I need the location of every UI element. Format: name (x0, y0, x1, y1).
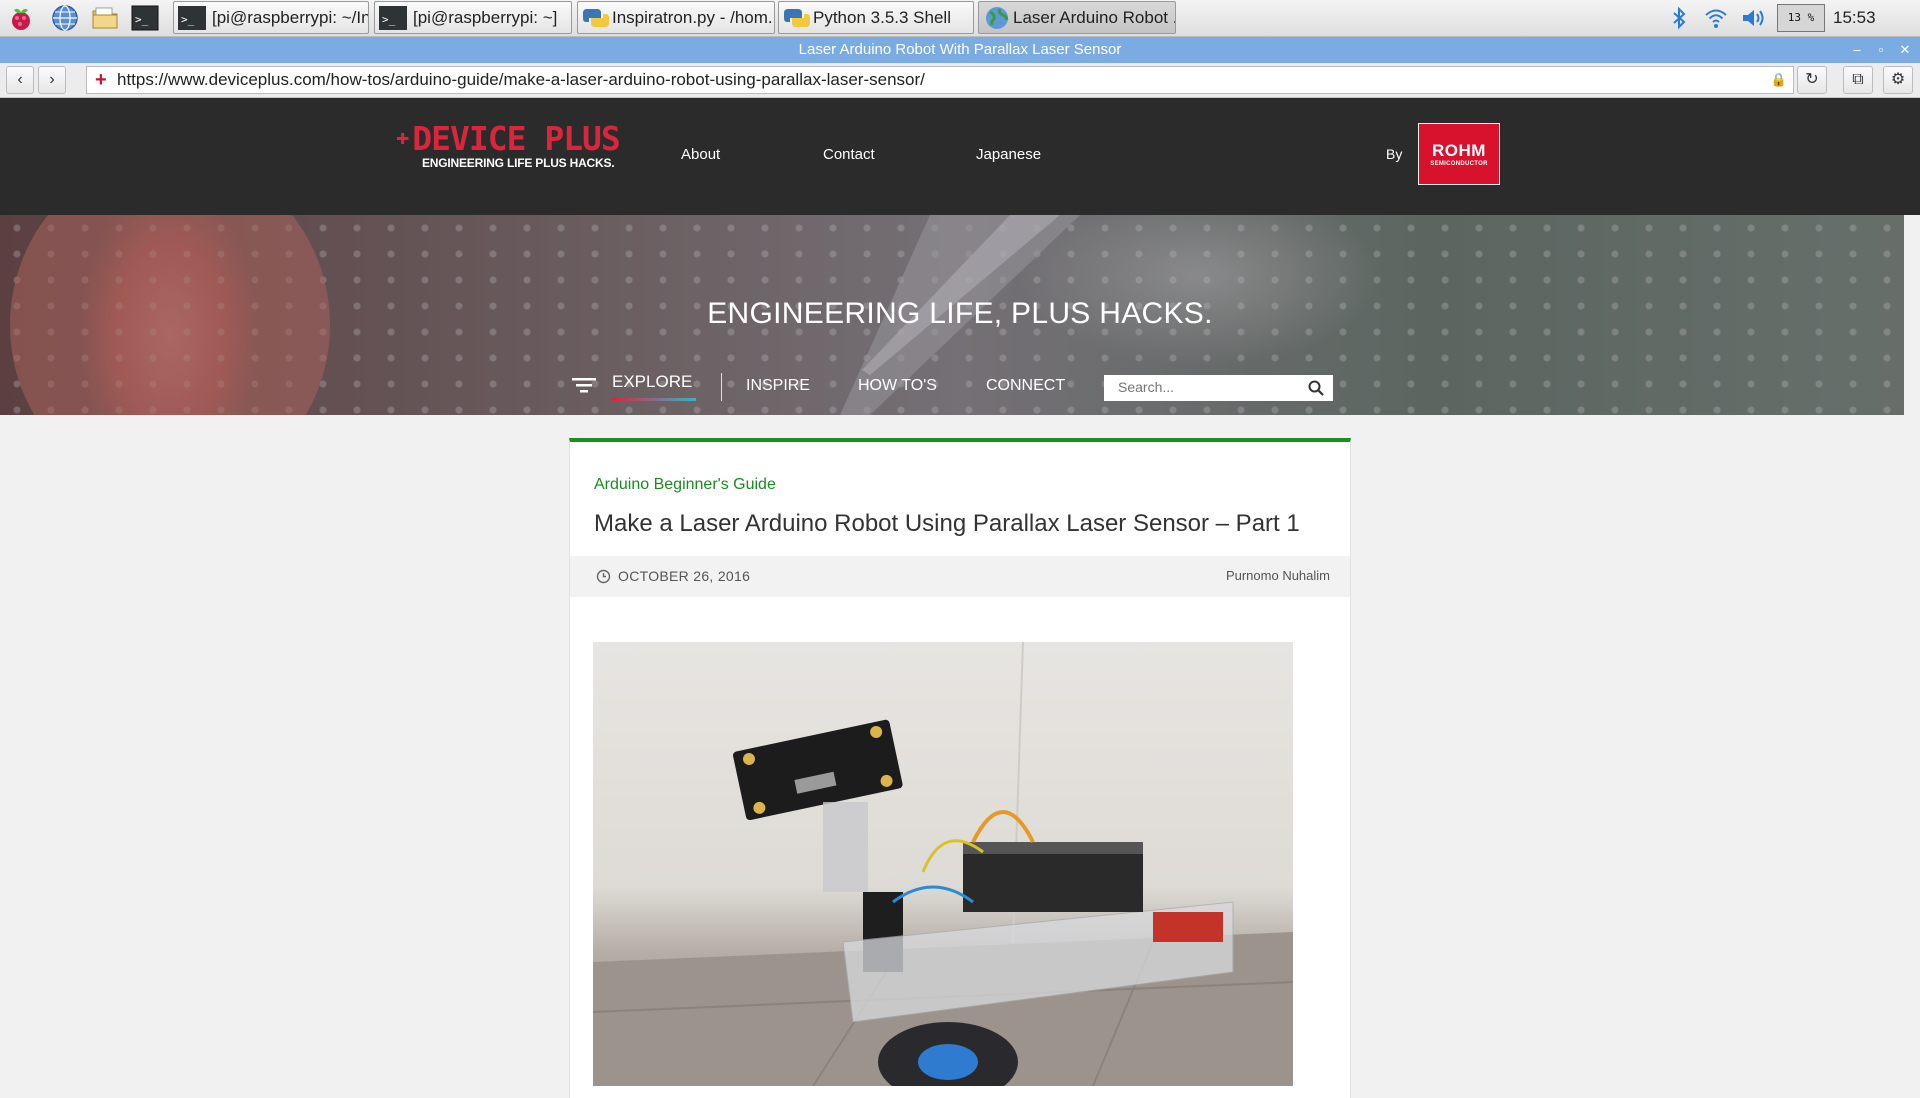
task-terminal-1[interactable]: >_ [pi@raspberrypi: ~/In... (173, 1, 369, 34)
nav-japanese[interactable]: Japanese (976, 146, 1041, 163)
task-python-shell[interactable]: Python 3.5.3 Shell (778, 1, 974, 34)
rohm-sub: SEMICONDUCTOR (1430, 161, 1488, 167)
lock-icon[interactable]: 🔒 (1771, 67, 1787, 93)
url-text: https://www.deviceplus.com/how-tos/ardui… (117, 70, 925, 89)
site-logo[interactable]: ✚ DEVICE PLUS ENGINEERING LIFE PLUS HACKS… (396, 119, 621, 171)
logo-tagline: ENGINEERING LIFE PLUS HACKS. (422, 156, 615, 170)
article-title: Make a Laser Arduino Robot Using Paralla… (594, 510, 1300, 537)
robot-photo (593, 642, 1293, 1086)
rohm-logo[interactable]: ROHM SEMICONDUCTOR (1418, 123, 1500, 185)
svg-text:>_: >_ (382, 13, 396, 26)
article-category[interactable]: Arduino Beginner's Guide (594, 476, 776, 494)
nav-divider (721, 373, 722, 401)
reload-icon: ↻ (1805, 71, 1819, 88)
task-label: Python 3.5.3 Shell (813, 8, 951, 27)
article-date: OCTOBER 26, 2016 (618, 568, 751, 584)
chevron-left-icon: ‹ (17, 71, 23, 88)
extension-icon: ⧉ (1852, 71, 1864, 88)
web-browser-icon[interactable] (50, 3, 80, 33)
task-label: [pi@raspberrypi: ~/In... (212, 8, 369, 27)
window-title: Laser Arduino Robot With Parallax Laser … (0, 37, 1920, 63)
logo-text: DEVICE PLUS (412, 119, 621, 158)
article-card: Arduino Beginner's Guide Make a Laser Ar… (569, 438, 1351, 1098)
hero-title: ENGINEERING LIFE, PLUS HACKS. (707, 297, 1213, 330)
task-idle-editor[interactable]: Inspiratron.py - /hom... (577, 1, 775, 34)
wifi-icon[interactable] (1703, 5, 1729, 31)
taskbar: >_ >_ [pi@raspberrypi: ~/In... >_ [pi@ra… (0, 0, 1920, 37)
terminal-icon: >_ (379, 6, 407, 30)
bluetooth-icon[interactable] (1666, 5, 1692, 31)
task-browser[interactable]: Laser Arduino Robot ... (978, 1, 1176, 34)
clock-icon (596, 569, 611, 584)
nav-explore[interactable]: EXPLORE (612, 372, 692, 392)
maximize-icon[interactable]: ▫ (1870, 37, 1892, 63)
task-label: Laser Arduino Robot ... (1013, 8, 1176, 27)
svg-text:>_: >_ (135, 13, 149, 26)
globe-icon (986, 7, 1009, 29)
clock[interactable]: 15:53 (1833, 0, 1876, 36)
svg-text:>_: >_ (181, 13, 195, 26)
site-header: ✚ DEVICE PLUS ENGINEERING LIFE PLUS HACKS… (0, 98, 1920, 215)
page-scrollbar[interactable] (1904, 215, 1920, 1080)
chevron-right-icon: › (49, 71, 55, 88)
plus-logo-icon: ✚ (396, 125, 409, 150)
rohm-name: ROHM (1432, 141, 1486, 160)
nav-inspire[interactable]: INSPIRE (746, 377, 810, 395)
back-button[interactable]: ‹ (6, 66, 34, 94)
minimize-icon[interactable]: – (1846, 37, 1868, 63)
article-author[interactable]: Purnomo Nuhalim (1226, 568, 1330, 583)
task-terminal-2[interactable]: >_ [pi@raspberrypi: ~] (374, 1, 572, 34)
hero-banner: ENGINEERING LIFE, PLUS HACKS. EXPLORE IN… (0, 215, 1920, 415)
python-icon (784, 9, 810, 27)
nav-about[interactable]: About (681, 146, 720, 163)
close-icon[interactable]: ✕ (1894, 37, 1916, 63)
forward-button[interactable]: › (38, 66, 66, 94)
menu-icon[interactable] (572, 375, 596, 395)
reload-button[interactable]: ↻ (1797, 66, 1827, 94)
extension-button[interactable]: ⧉ (1843, 66, 1873, 94)
article-meta: OCTOBER 26, 2016 Purnomo Nuhalim (570, 556, 1350, 597)
by-label: By (1386, 146, 1403, 162)
url-field[interactable]: + https://www.deviceplus.com/how-tos/ard… (86, 66, 1794, 94)
site-favicon-icon: + (95, 69, 107, 91)
search-box[interactable] (1104, 375, 1333, 401)
gear-icon: ⚙ (1890, 71, 1906, 88)
browser-toolbar: ‹ › + https://www.deviceplus.com/how-tos… (0, 63, 1920, 98)
terminal-launcher-icon[interactable]: >_ (130, 3, 160, 33)
python-icon (583, 9, 609, 27)
raspberry-menu-icon[interactable] (6, 3, 36, 33)
search-icon[interactable] (1307, 379, 1325, 397)
article-photo (593, 642, 1293, 1086)
task-label: Inspiratron.py - /hom... (612, 8, 775, 27)
settings-button[interactable]: ⚙ (1883, 66, 1913, 94)
task-label: [pi@raspberrypi: ~] (413, 8, 558, 27)
nav-connect[interactable]: CONNECT (986, 377, 1065, 395)
nav-contact[interactable]: Contact (823, 146, 875, 163)
terminal-icon: >_ (178, 6, 206, 30)
cpu-monitor[interactable]: 13 % (1777, 4, 1825, 32)
explore-underline (612, 398, 696, 401)
search-input[interactable] (1118, 379, 1298, 395)
nav-how-tos[interactable]: HOW TO'S (858, 377, 937, 395)
file-manager-icon[interactable] (90, 3, 120, 33)
volume-icon[interactable] (1740, 5, 1766, 31)
